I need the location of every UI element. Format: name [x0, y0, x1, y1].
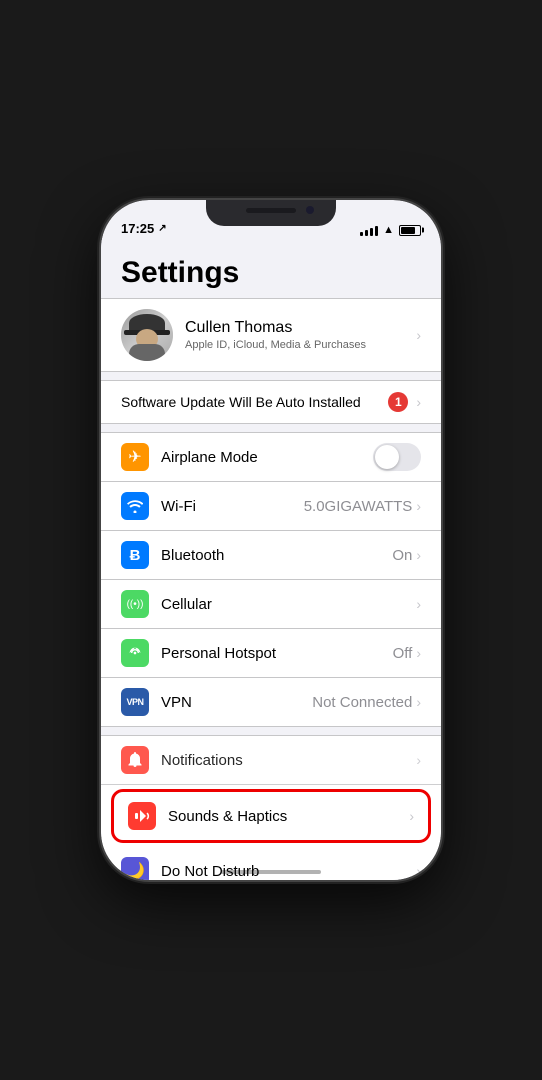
row-label: Sounds & Haptics — [168, 808, 409, 825]
bluetooth-value: On — [392, 547, 412, 564]
sounds-haptics-container[interactable]: Sounds & Haptics › — [101, 785, 441, 847]
phone-device: 17:25 ↗ ▲ Settings — [101, 200, 441, 880]
list-item[interactable]: Notifications › — [101, 736, 441, 785]
bluetooth-chevron-icon: › — [416, 547, 421, 563]
update-text: Software Update Will Be Auto Installed — [121, 394, 380, 410]
sounds-haptics-icon — [128, 802, 156, 830]
list-item[interactable]: VPN VPN Not Connected › — [101, 678, 441, 726]
profile-info: Cullen Thomas Apple ID, iCloud, Media & … — [185, 319, 404, 351]
wifi-chevron-icon: › — [416, 498, 421, 514]
cellular-icon: ((•)) — [121, 590, 149, 618]
profile-chevron-icon: › — [416, 327, 421, 343]
wifi-settings-icon — [121, 492, 149, 520]
list-item[interactable]: Personal Hotspot Off › — [101, 629, 441, 678]
hotspot-value: Off — [393, 645, 413, 662]
signal-icon — [360, 224, 378, 236]
vpn-chevron-icon: › — [416, 694, 421, 710]
row-label: Bluetooth — [161, 547, 392, 564]
profile-subtitle: Apple ID, iCloud, Media & Purchases — [185, 339, 404, 351]
screen-content[interactable]: Settings Cullen Thomas Apple ID, iCloud, — [101, 240, 441, 880]
battery-fill — [401, 227, 415, 234]
status-icons: ▲ — [360, 224, 421, 236]
battery-icon — [399, 225, 421, 236]
row-label: Personal Hotspot — [161, 645, 393, 662]
status-time: 17:25 ↗ — [121, 221, 167, 236]
page-title: Settings — [121, 256, 421, 290]
profile-section[interactable]: Cullen Thomas Apple ID, iCloud, Media & … — [101, 298, 441, 372]
update-badge: 1 — [388, 392, 408, 412]
connectivity-group: ✈ Airplane Mode Wi-Fi 5.0GIGAWATTS — [101, 432, 441, 727]
bluetooth-icon: Ƀ — [121, 541, 149, 569]
sounds-haptics-chevron-icon: › — [409, 808, 414, 824]
toggle-thumb — [375, 445, 399, 469]
speaker — [246, 208, 296, 213]
list-item[interactable]: ✈ Airplane Mode — [101, 433, 441, 482]
profile-row[interactable]: Cullen Thomas Apple ID, iCloud, Media & … — [101, 299, 441, 371]
camera — [306, 206, 314, 214]
notifications-chevron-icon: › — [416, 752, 421, 768]
home-indicator — [221, 870, 321, 874]
wifi-icon: ▲ — [383, 224, 394, 236]
location-arrow-icon: ↗ — [158, 223, 166, 234]
profile-name: Cullen Thomas — [185, 319, 404, 337]
do-not-disturb-icon: 🌙 — [121, 857, 149, 880]
vpn-value: Not Connected — [312, 694, 412, 711]
row-label: Airplane Mode — [161, 449, 373, 466]
airplane-mode-icon: ✈ — [121, 443, 149, 471]
list-item[interactable]: Wi-Fi 5.0GIGAWATTS › — [101, 482, 441, 531]
cellular-chevron-icon: › — [416, 596, 421, 612]
update-chevron-icon: › — [416, 394, 421, 410]
list-item[interactable]: Ƀ Bluetooth On › — [101, 531, 441, 580]
do-not-disturb-chevron-icon: › — [416, 863, 421, 879]
wifi-value: 5.0GIGAWATTS — [304, 498, 413, 515]
phone-screen: 17:25 ↗ ▲ Settings — [101, 200, 441, 880]
update-section[interactable]: Software Update Will Be Auto Installed 1… — [101, 380, 441, 424]
notch — [206, 200, 336, 226]
settings-header: Settings — [101, 240, 441, 298]
list-item[interactable]: 🌙 Do Not Disturb › — [101, 847, 441, 880]
hotspot-icon — [121, 639, 149, 667]
list-item[interactable]: ((•)) Cellular › — [101, 580, 441, 629]
notifications-icon — [121, 746, 149, 774]
time-display: 17:25 — [121, 221, 154, 236]
row-label: VPN — [161, 694, 312, 711]
row-label: Wi-Fi — [161, 498, 304, 515]
sounds-haptics-row[interactable]: Sounds & Haptics › — [111, 789, 431, 843]
airplane-mode-toggle[interactable] — [373, 443, 421, 471]
row-label: Notifications — [161, 752, 416, 769]
update-row[interactable]: Software Update Will Be Auto Installed 1… — [101, 381, 441, 423]
notifications-group: Notifications › Sounds & Haptics — [101, 735, 441, 880]
hotspot-chevron-icon: › — [416, 645, 421, 661]
row-label: Cellular — [161, 596, 416, 613]
avatar — [121, 309, 173, 361]
vpn-icon: VPN — [121, 688, 149, 716]
